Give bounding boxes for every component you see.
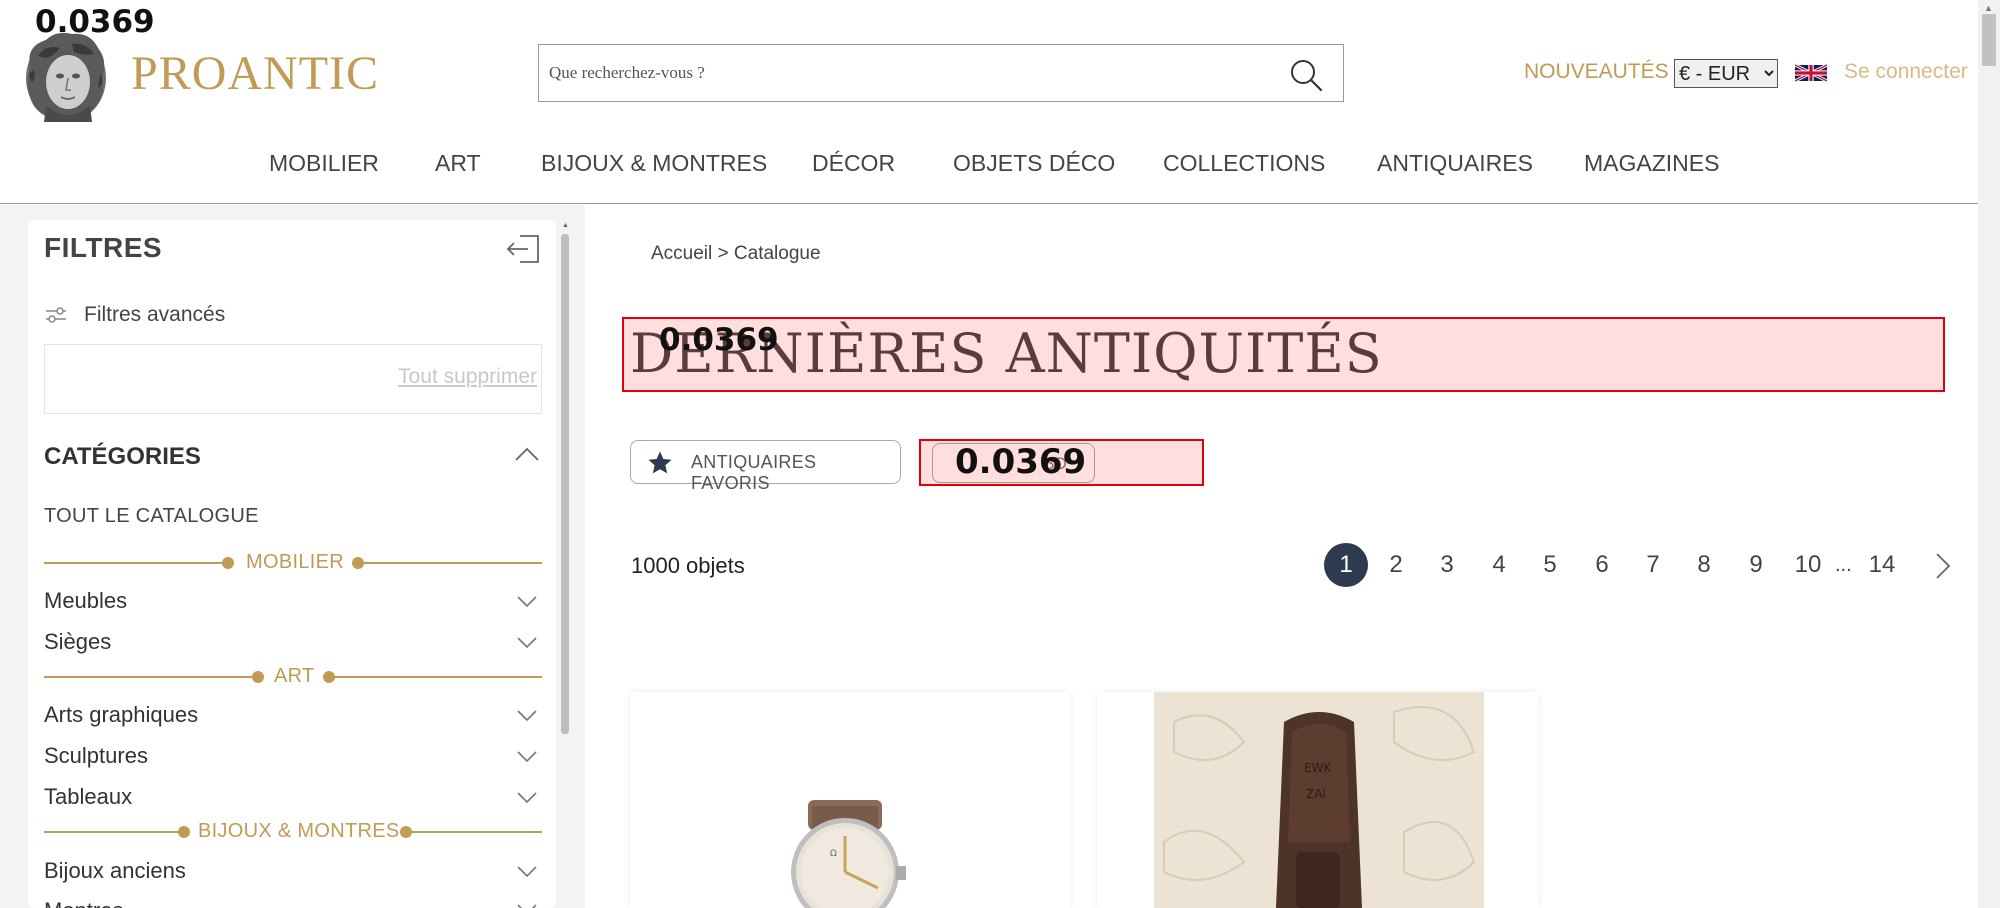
page: PROANTIC NOUVEAUTÉS € - EUR Se connecter… [0,0,2000,908]
page-link-9[interactable]: 9 [1734,543,1778,587]
category-group-mobilier[interactable]: MOBILIER [246,551,344,574]
active-filters-box: Tout supprimer [44,344,542,414]
page-link-5[interactable]: 5 [1528,543,1572,587]
nav-item-collections[interactable]: COLLECTIONS [1163,150,1325,177]
chevron-down-icon[interactable] [516,708,538,722]
categories-title[interactable]: CATÉGORIES [44,443,201,471]
divider-line [44,676,258,678]
scroll-up-arrow-icon[interactable]: ▲ [1984,3,1993,13]
category-item-montres[interactable]: Montres [44,898,123,908]
category-divider-bijoux-montres: BIJOUX & MONTRES [44,820,542,844]
product-card[interactable]: Ω [630,692,1070,908]
logo-text[interactable]: PROANTIC [131,46,379,101]
highlight-box-title [622,317,1945,392]
objects-count: 1000 objets [631,553,745,578]
favorite-dealers-button[interactable]: ANTIQUAIRES FAVORIS [630,440,901,493]
chevron-down-icon[interactable] [516,864,538,878]
score-label-top: 0.0369 [35,4,155,40]
chevron-up-icon[interactable] [514,446,540,462]
new-arrivals-link[interactable]: NOUVEAUTÉS [1524,60,1669,84]
divider-line [332,676,542,678]
divider-dot [222,557,234,569]
chevron-down-icon[interactable] [516,790,538,804]
page-link-2[interactable]: 2 [1374,543,1418,587]
chevron-down-icon[interactable] [516,594,538,608]
product-image-watch[interactable]: Ω [750,800,940,908]
clear-all-link[interactable]: Tout supprimer [398,365,537,389]
chevron-down-icon[interactable] [516,635,538,649]
divider-dot [178,826,190,838]
pagination-ellipsis: ... [1835,554,1852,576]
page-link-3[interactable]: 3 [1425,543,1469,587]
nav-item-decor[interactable]: DÉCOR [812,150,895,177]
category-item-bijoux-anciens[interactable]: Bijoux anciens [44,858,186,884]
all-catalog-link[interactable]: TOUT LE CATALOGUE [44,505,259,528]
category-divider-mobilier: MOBILIER [44,551,542,575]
sidebar-scroll-thumb[interactable] [561,234,569,734]
score-label-title: 0.0369 [659,322,779,358]
category-divider-art: ART [44,665,542,689]
logo-bust-icon[interactable] [16,26,116,124]
page-link-7[interactable]: 7 [1631,543,1675,587]
page-link-last[interactable]: 14 [1860,543,1904,587]
nav-item-antiquaires[interactable]: ANTIQUAIRES [1377,150,1533,177]
star-icon [648,451,672,474]
svg-text:Ω: Ω [830,849,837,859]
nav-item-art[interactable]: ART [435,150,481,177]
product-image-leather-case[interactable]: EWK ZAI [1154,692,1484,908]
divider-line [362,562,542,564]
uk-flag-icon[interactable] [1795,61,1827,85]
page-link-8[interactable]: 8 [1682,543,1726,587]
favorite-dealers-label: ANTIQUAIRES FAVORIS [691,452,817,493]
nav-divider [0,203,1978,204]
category-item-arts-graphiques[interactable]: Arts graphiques [44,702,198,728]
filters-title: FILTRES [44,232,163,263]
nav-item-magazines[interactable]: MAGAZINES [1584,150,1719,177]
category-item-meubles[interactable]: Meubles [44,588,127,614]
nav-item-bijoux-montres[interactable]: BIJOUX & MONTRES [541,150,767,177]
product-card[interactable]: EWK ZAI [1097,692,1539,908]
main-nav: MOBILIER ART BIJOUX & MONTRES DÉCOR OBJE… [0,150,1978,202]
divider-dot [252,671,264,683]
divider-line [408,831,542,833]
page-scroll-thumb[interactable] [1982,14,1996,66]
category-group-bijoux-montres[interactable]: BIJOUX & MONTRES [198,820,400,843]
category-group-art[interactable]: ART [274,665,315,688]
page-link-6[interactable]: 6 [1580,543,1624,587]
svg-text:ZAI: ZAI [1306,787,1326,801]
divider-line [44,831,184,833]
chevron-right-icon[interactable] [1932,551,1954,581]
category-item-sieges[interactable]: Sièges [44,629,111,655]
collapse-panel-icon[interactable] [506,234,540,264]
sliders-icon[interactable] [44,305,68,325]
login-link[interactable]: Se connecter [1844,60,1968,84]
search-bar [538,44,1344,102]
chevron-down-icon[interactable] [516,902,538,908]
page-link-1[interactable]: 1 [1324,543,1368,587]
nav-item-mobilier[interactable]: MOBILIER [269,150,379,177]
page-scrollbar[interactable]: ▲ [1978,0,2000,908]
category-item-tableaux[interactable]: Tableaux [44,784,132,810]
scroll-up-arrow-icon[interactable]: ▲ [562,222,569,229]
svg-text:EWK: EWK [1304,761,1332,775]
breadcrumb[interactable]: Accueil > Catalogue [651,243,821,265]
sidebar-scrollbar[interactable]: ▲ [560,222,570,908]
category-item-sculptures[interactable]: Sculptures [44,743,148,769]
score-label-button: 0.0369 [955,442,1087,482]
search-input[interactable] [549,57,1249,89]
page-link-10[interactable]: 10 [1786,543,1830,587]
advanced-filters-link[interactable]: Filtres avancés [84,303,225,327]
nav-item-objets-deco[interactable]: OBJETS DÉCO [953,150,1115,177]
currency-select[interactable]: € - EUR [1674,59,1778,88]
pagination: 1 2 3 4 5 6 7 8 9 10 ... 14 [1324,543,1964,587]
page-link-4[interactable]: 4 [1477,543,1521,587]
chevron-down-icon[interactable] [516,749,538,763]
search-icon[interactable] [1289,58,1323,92]
divider-line [44,562,226,564]
